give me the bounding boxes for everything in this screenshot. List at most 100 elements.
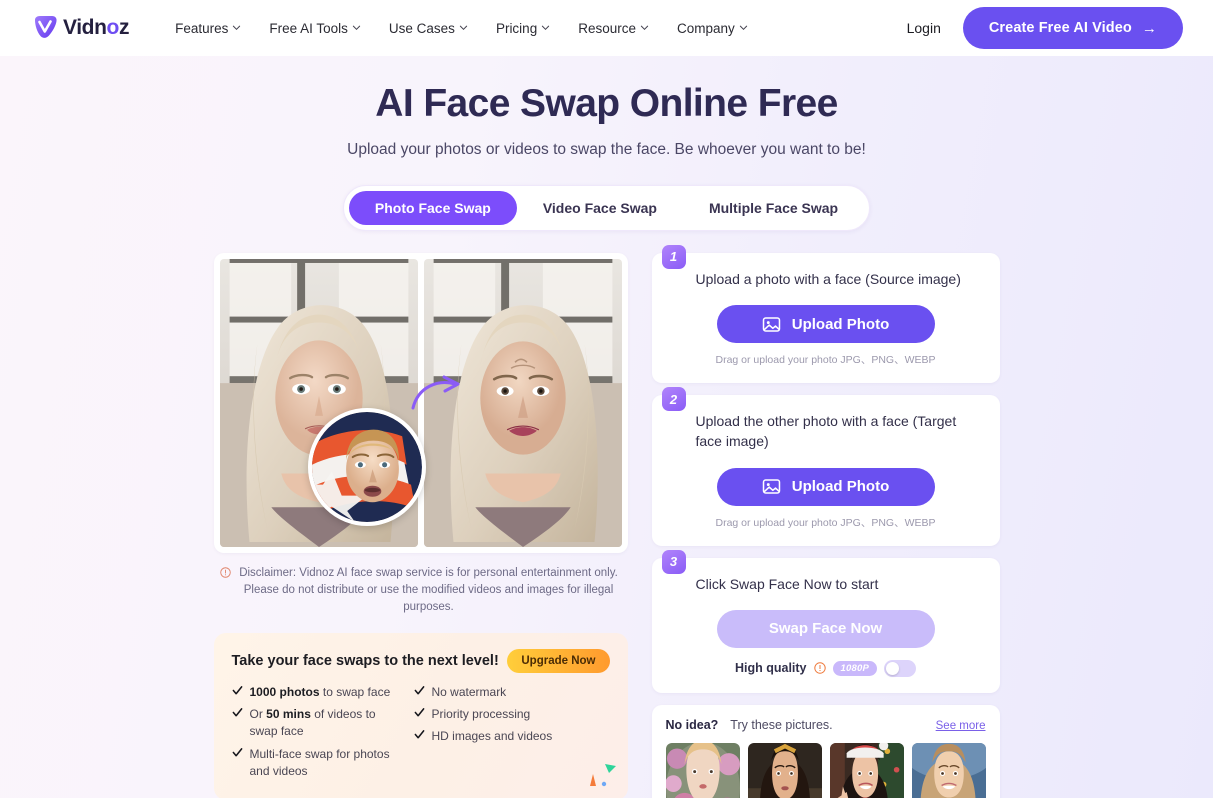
disclaimer-text: Disclaimer: Vidnoz AI face swap service … [239, 566, 618, 614]
login-link[interactable]: Login [907, 20, 941, 36]
feature-text: No watermark [431, 684, 507, 699]
list-item: Or 50 mins of videos to swap face [232, 706, 406, 741]
list-item: 1000 photos to swap face [232, 684, 406, 701]
step-card-3: 3 Click Swap Face Now to start Swap Face… [651, 549, 1000, 693]
upload-hint: Drag or upload your photo JPG、PNG、WEBP [715, 354, 936, 367]
main-content: Disclaimer: Vidnoz AI face swap service … [0, 244, 1213, 798]
tab-multiple-face-swap[interactable]: Multiple Face Swap [683, 191, 864, 225]
tabs-container: Photo Face Swap Video Face Swap Multiple… [0, 184, 1213, 231]
source-face-thumbnail [307, 407, 426, 526]
nav-item-resource[interactable]: Resource [564, 15, 663, 42]
list-item: No watermark [414, 684, 610, 701]
create-free-ai-video-button[interactable]: Create Free AI Video → [962, 7, 1183, 49]
no-idea-label: No idea? [665, 717, 719, 732]
upload-hint: Drag or upload your photo JPG、PNG、WEBP [715, 516, 936, 529]
step-card-1: 1 Upload a photo with a face (Source ima… [651, 244, 1000, 384]
list-item: HD images and videos [414, 728, 610, 745]
nav-label: Pricing [495, 20, 538, 36]
nav-item-pricing[interactable]: Pricing [482, 15, 564, 42]
feature-text: Priority processing [431, 706, 531, 721]
see-more-link[interactable]: See more [936, 720, 986, 732]
try-these-pictures-label: Try these pictures. [730, 717, 833, 732]
nav-label: Features [175, 20, 229, 36]
feature-text: Multi-face swap for photos and videos [249, 746, 390, 779]
hero-section: AI Face Swap Online Free Upload your pho… [0, 56, 1213, 159]
high-quality-label: High quality [734, 661, 807, 676]
check-mark-icon [232, 747, 242, 757]
sample-thumbnail-1[interactable] [665, 742, 740, 798]
high-quality-toggle[interactable] [884, 659, 916, 677]
step-card-2: 2 Upload the other photo with a face (Ta… [651, 387, 1000, 546]
nav-item-use-cases[interactable]: Use Cases [375, 15, 482, 42]
sample-thumbnail-2[interactable] [747, 742, 822, 798]
confetti-decoration-icon [589, 763, 616, 786]
sample-thumbnails [665, 742, 986, 798]
step-number-badge: 3 [661, 549, 686, 574]
preview-column: Disclaimer: Vidnoz AI face swap service … [213, 252, 628, 798]
nav-label: Use Cases [388, 20, 455, 36]
feature-text: HD images and videos [431, 729, 553, 744]
header-actions: Login Create Free AI Video → [907, 7, 1183, 49]
promo-title: Take your face swaps to the next level! [231, 652, 499, 669]
cta-label: Create Free AI Video [988, 20, 1132, 36]
upload-source-photo-button[interactable]: Upload Photo [716, 305, 935, 344]
promo-features-left: 1000 photos to swap face Or 50 mins of v… [232, 684, 406, 786]
step-title: Upload the other photo with a face (Targ… [695, 413, 957, 450]
image-upload-icon [762, 479, 780, 494]
check-mark-icon [414, 730, 424, 739]
page-title: AI Face Swap Online Free [375, 82, 838, 125]
step-title: Click Swap Face Now to start [695, 575, 879, 592]
high-quality-row: High quality 1080P [670, 659, 982, 677]
check-mark-icon [414, 685, 424, 695]
nav-label: Resource [578, 20, 636, 36]
chevron-down-icon [459, 25, 468, 30]
tab-photo-face-swap[interactable]: Photo Face Swap [348, 190, 517, 225]
arrow-right-icon: → [1141, 19, 1157, 37]
main-navigation: Features Free AI Tools Use Cases Pricing… [161, 15, 762, 42]
nav-item-company[interactable]: Company [663, 15, 762, 42]
info-circle-icon [219, 567, 231, 578]
site-header: Vidnoz Features Free AI Tools Use Cases … [0, 0, 1213, 56]
info-circle-icon[interactable] [813, 662, 826, 675]
face-swap-mode-tabs: Photo Face Swap Video Face Swap Multiple… [342, 184, 871, 231]
face-swap-preview [213, 252, 628, 553]
step-number-badge: 1 [661, 244, 686, 269]
vidnoz-logo[interactable]: Vidnoz [32, 15, 129, 41]
feature-text: 1000 photos to swap face [249, 684, 391, 699]
page-subtitle: Upload your photos or videos to swap the… [347, 140, 866, 158]
check-mark-icon [232, 685, 242, 695]
sample-thumbnail-4[interactable] [911, 742, 986, 798]
resolution-badge: 1080P [832, 660, 877, 676]
nav-label: Free AI Tools [269, 20, 348, 36]
step-number-badge: 2 [661, 387, 686, 412]
step-title: Upload a photo with a face (Source image… [695, 270, 961, 287]
image-upload-icon [762, 316, 780, 332]
logo-wordmark: Vidnoz [63, 16, 130, 39]
upload-target-photo-button[interactable]: Upload Photo [716, 467, 935, 506]
nav-label: Company [676, 20, 735, 36]
upload-button-label: Upload Photo [791, 315, 890, 333]
upload-button-label: Upload Photo [791, 478, 890, 496]
chevron-down-icon [640, 25, 649, 30]
nav-item-free-ai-tools[interactable]: Free AI Tools [255, 15, 375, 42]
upgrade-now-button[interactable]: Upgrade Now [507, 648, 610, 673]
sample-thumbnail-3[interactable] [829, 742, 904, 798]
check-mark-icon [232, 707, 242, 717]
chevron-down-icon [352, 25, 361, 30]
chevron-down-icon [739, 25, 747, 30]
promo-features-right: No watermark Priority processing HD imag… [414, 684, 610, 786]
check-mark-icon [414, 707, 424, 717]
nav-item-features[interactable]: Features [161, 15, 255, 42]
chevron-down-icon [542, 25, 550, 30]
vidnoz-v-logo-icon [35, 16, 57, 38]
list-item: Priority processing [414, 706, 610, 723]
upgrade-promo-card: Take your face swaps to the next level! … [213, 632, 628, 798]
feature-text: Or 50 mins of videos to swap face [249, 706, 376, 739]
disclaimer-text-block: Disclaimer: Vidnoz AI face swap service … [214, 565, 628, 617]
sample-pictures-card: No idea? Try these pictures. See more [651, 704, 1000, 798]
chevron-down-icon [233, 25, 241, 30]
swap-face-now-button[interactable]: Swap Face Now [716, 609, 935, 648]
curved-arrow-icon [411, 375, 459, 410]
toggle-knob [886, 661, 899, 675]
tab-video-face-swap[interactable]: Video Face Swap [517, 191, 683, 225]
